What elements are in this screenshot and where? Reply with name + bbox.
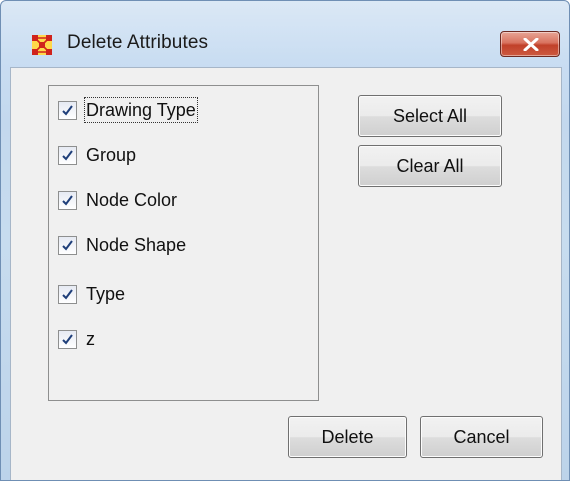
checkbox[interactable] <box>58 329 77 349</box>
checkmark-icon <box>62 288 73 300</box>
checkmark-icon <box>62 149 73 161</box>
checkbox[interactable] <box>58 190 77 210</box>
checkbox[interactable] <box>58 100 77 120</box>
attribute-item-drawing-type[interactable]: Drawing Type <box>58 96 198 124</box>
clear-all-button[interactable]: Clear All <box>358 145 502 187</box>
dialog-window: Delete Attributes Drawing Type Group Nod… <box>0 0 570 481</box>
attribute-label: Node Color <box>86 190 178 210</box>
checkbox[interactable] <box>58 145 77 165</box>
checkmark-icon <box>62 194 73 206</box>
attribute-item-node-shape[interactable]: Node Shape <box>58 231 187 259</box>
attribute-list: Drawing Type Group Node Color Node Shape <box>48 85 319 401</box>
cancel-button[interactable]: Cancel <box>420 416 543 458</box>
select-all-button[interactable]: Select All <box>358 95 502 137</box>
checkmark-icon <box>62 333 73 345</box>
attribute-label: Node Shape <box>86 235 187 255</box>
network-nodes-icon <box>31 34 53 56</box>
close-button[interactable] <box>500 31 560 57</box>
checkbox[interactable] <box>58 284 77 304</box>
window-title: Delete Attributes <box>67 32 209 53</box>
attribute-label: Drawing Type <box>84 97 198 123</box>
attribute-label: z <box>86 329 95 349</box>
checkbox[interactable] <box>58 235 77 255</box>
attribute-item-group[interactable]: Group <box>58 141 137 169</box>
checkmark-icon <box>62 104 73 116</box>
attribute-item-node-color[interactable]: Node Color <box>58 186 178 214</box>
dialog-content: Drawing Type Group Node Color Node Shape <box>10 67 562 480</box>
attribute-label: Group <box>86 145 137 165</box>
attribute-item-z[interactable]: z <box>58 325 96 353</box>
attribute-item-type[interactable]: Type <box>58 280 126 308</box>
checkmark-icon <box>62 239 73 251</box>
attribute-label: Type <box>86 284 126 304</box>
delete-button[interactable]: Delete <box>288 416 407 458</box>
